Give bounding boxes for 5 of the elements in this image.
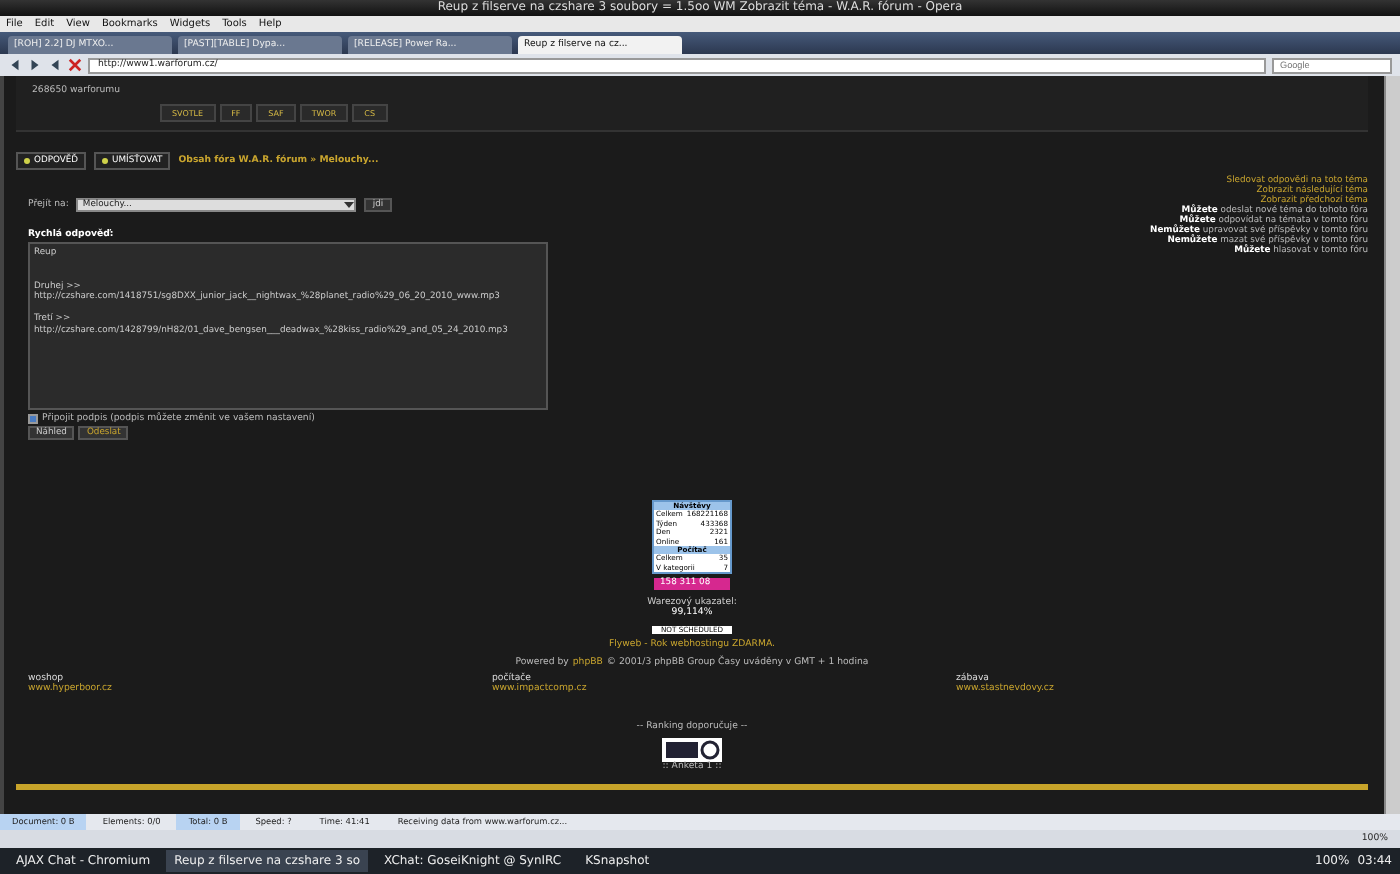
signature-checkbox[interactable] — [28, 414, 38, 424]
close-icon[interactable] — [68, 58, 82, 72]
dropdown-caret-icon[interactable] — [344, 200, 355, 210]
scrollbar[interactable] — [1384, 76, 1400, 814]
ranking-logo[interactable] — [662, 738, 722, 762]
